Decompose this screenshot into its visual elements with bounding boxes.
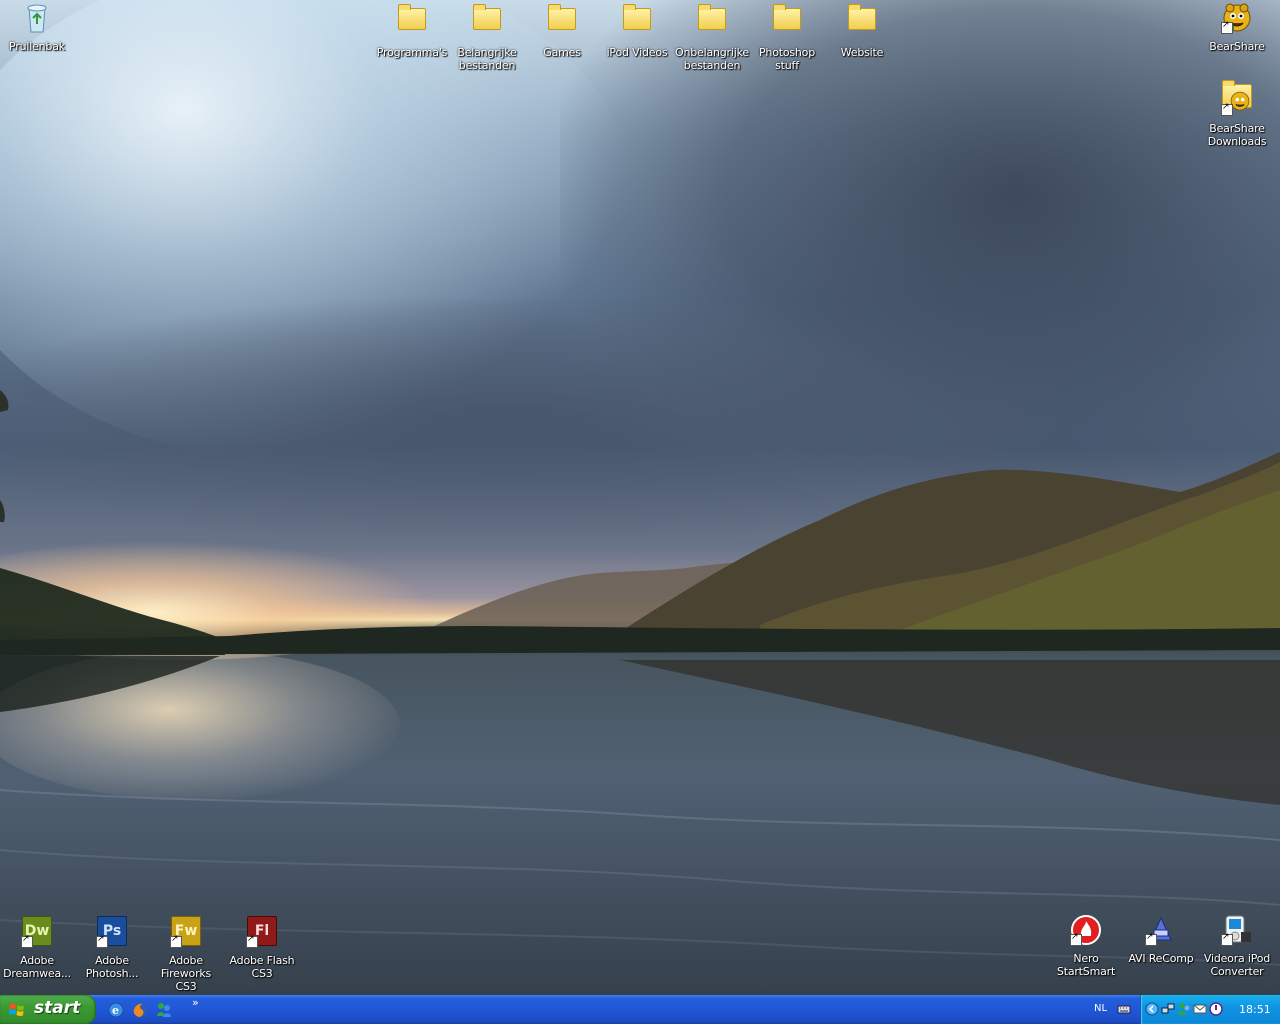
folder-icon [621,4,653,40]
dreamweaver-icon: Dw [21,916,53,948]
folder-icon [771,4,803,40]
quick-launch-more-button[interactable]: » [192,996,199,1009]
recycle-bin-label: Prullenbak [9,40,65,53]
start-label: start [34,998,81,1018]
shortcut-arrow-icon [1145,932,1157,946]
language-indicator[interactable]: NL [1094,1003,1107,1014]
folder-onbelangrijke-bestanden[interactable]: Onbelangrijke bestanden [675,2,749,72]
fireworks-icon: Fw [170,916,202,948]
bearshare-shortcut[interactable]: BearShare [1200,2,1274,53]
shortcut-arrow-icon [1221,932,1233,946]
videora-ipod-converter-shortcut[interactable]: Videora iPod Converter [1200,914,1274,978]
shortcut-arrow-icon [1221,102,1233,116]
folder-ipod-videos[interactable]: iPod Videos [600,2,674,59]
avi-recomp-shortcut[interactable]: AVI ReComp [1124,914,1198,965]
folder-photoshop-stuff[interactable]: Photoshop stuff [750,2,824,72]
bearshare-downloads-icon [1221,80,1253,116]
nero-icon [1070,914,1102,946]
bearshare-label: BearShare [1209,40,1265,53]
firefox-icon[interactable] [131,1001,149,1019]
internet-explorer-icon[interactable]: e [107,1001,125,1019]
svg-text:e: e [112,1004,119,1017]
photoshop-label: Adobe Photosh... [85,954,139,980]
shortcut-arrow-icon [246,934,258,948]
keyboard-icon[interactable] [1117,1002,1131,1016]
shortcut-arrow-icon [170,934,182,948]
mail-icon[interactable] [1193,1002,1207,1016]
recycle-bin-icon [21,2,53,34]
shortcut-arrow-icon [21,934,33,948]
folder-games[interactable]: Games [525,2,599,59]
folder-label: Website [840,46,884,59]
power-status-icon[interactable] [1209,1002,1223,1016]
system-tray: 18:51 [1140,995,1280,1024]
shortcut-arrow-icon [1221,20,1233,34]
folder-website[interactable]: Website [825,2,899,59]
folder-belangrijke-bestanden[interactable]: Belangrijke bestanden [450,2,524,72]
recycle-bin-shortcut[interactable]: Prullenbak [0,2,74,53]
folder-label: Photoshop stuff [759,46,815,72]
fireworks-label: Adobe Fireworks CS3 [160,954,212,993]
shortcut-arrow-icon [96,934,108,948]
adobe-fireworks-shortcut[interactable]: Fw Adobe Fireworks CS3 [149,914,223,993]
folder-label: Belangrijke bestanden [457,46,517,72]
adobe-photoshop-shortcut[interactable]: Ps Adobe Photosh... [75,914,149,980]
folder-label: Programma's [376,46,448,59]
folder-icon [546,4,578,40]
taskbar: start e » NL 18:51 [0,995,1280,1024]
network-icon[interactable] [1161,1002,1175,1016]
nero-startsmart-shortcut[interactable]: Nero StartSmart [1049,914,1123,978]
folder-label: iPod Videos [606,46,668,59]
photoshop-icon: Ps [96,916,128,948]
folder-label: Games [543,46,581,59]
windows-logo-icon [9,1003,24,1017]
bearshare-icon [1221,2,1253,34]
messenger-icon[interactable] [155,1001,173,1019]
folder-icon [396,4,428,40]
folder-icon [471,4,503,40]
folder-programmas[interactable]: Programma's [375,2,449,59]
bearshare-downloads-shortcut[interactable]: BearShare Downloads [1200,78,1274,148]
folder-label: Onbelangrijke bestanden [675,46,749,72]
folder-icon [846,4,878,40]
shortcut-arrow-icon [1070,932,1082,946]
flash-label: Adobe Flash CS3 [229,954,295,980]
desktop[interactable]: Prullenbak Programma's Belangrijke besta… [0,0,1280,995]
start-button[interactable]: start [0,995,96,1024]
avi-recomp-icon [1145,914,1177,946]
avi-recomp-label: AVI ReComp [1128,952,1194,965]
adobe-flash-shortcut[interactable]: Fl Adobe Flash CS3 [225,914,299,980]
wallpaper-landscape [0,390,1280,966]
dreamweaver-label: Adobe Dreamwea... [3,954,71,980]
tray-collapse-icon[interactable] [1145,1002,1159,1016]
folder-icon [696,4,728,40]
flash-icon: Fl [246,916,278,948]
clock[interactable]: 18:51 [1239,1003,1271,1016]
videora-icon [1221,914,1253,946]
messenger-status-icon[interactable] [1177,1002,1191,1016]
nero-label: Nero StartSmart [1056,952,1116,978]
videora-label: Videora iPod Converter [1203,952,1271,978]
adobe-dreamweaver-shortcut[interactable]: Dw Adobe Dreamwea... [0,914,74,980]
bearshare-downloads-label: BearShare Downloads [1207,122,1267,148]
